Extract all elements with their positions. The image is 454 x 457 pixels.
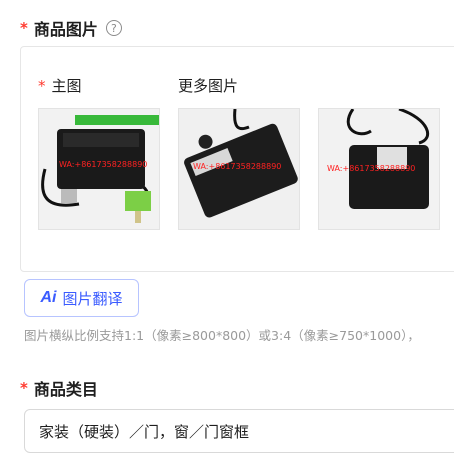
required-mark: * xyxy=(20,19,28,37)
image-translate-label: 图片翻译 xyxy=(62,289,123,308)
product-photo: WA:+8617358288890 xyxy=(39,109,159,229)
more-image-thumbnail[interactable]: WA:+8617358288890 xyxy=(318,108,440,230)
image-translate-button[interactable]: Ai 图片翻译 xyxy=(24,279,139,317)
category-label: * 商品类目 xyxy=(20,376,98,400)
image-ratio-hint: 图片横纵比例支持1:1（像素≥800*800）或3:4（像素≥750*1000）… xyxy=(24,328,420,343)
required-mark: * xyxy=(20,379,28,397)
main-image-thumbnail[interactable]: WA:+8617358288890 xyxy=(38,108,160,230)
image-watermark: WA:+8617358288890 xyxy=(327,164,415,173)
ai-icon: Ai xyxy=(40,289,57,306)
more-images-title: 更多图片 xyxy=(178,77,239,95)
product-photo: WA:+8617358288890 xyxy=(179,109,299,229)
more-images-label: 更多图片 xyxy=(178,75,238,96)
product-photo: WA:+8617358288890 xyxy=(319,109,439,229)
category-select[interactable]: 家装（硬装）／门，窗／门窗框 xyxy=(24,409,454,453)
main-image-title: 主图 xyxy=(51,77,82,95)
product-images-label: * 商品图片 ? xyxy=(20,16,122,40)
product-images-title: 商品图片 xyxy=(33,20,98,39)
question-circle-icon[interactable]: ? xyxy=(105,20,122,36)
image-watermark: WA:+8617358288890 xyxy=(193,162,281,171)
category-value: 家装（硬装）／门，窗／门窗框 xyxy=(39,422,250,441)
more-image-thumbnail[interactable]: WA:+8617358288890 xyxy=(178,108,300,230)
category-title: 商品类目 xyxy=(33,380,98,399)
required-mark: * xyxy=(38,76,46,95)
main-image-label: * 主图 xyxy=(38,75,82,96)
image-watermark: WA:+8617358288890 xyxy=(59,160,147,169)
